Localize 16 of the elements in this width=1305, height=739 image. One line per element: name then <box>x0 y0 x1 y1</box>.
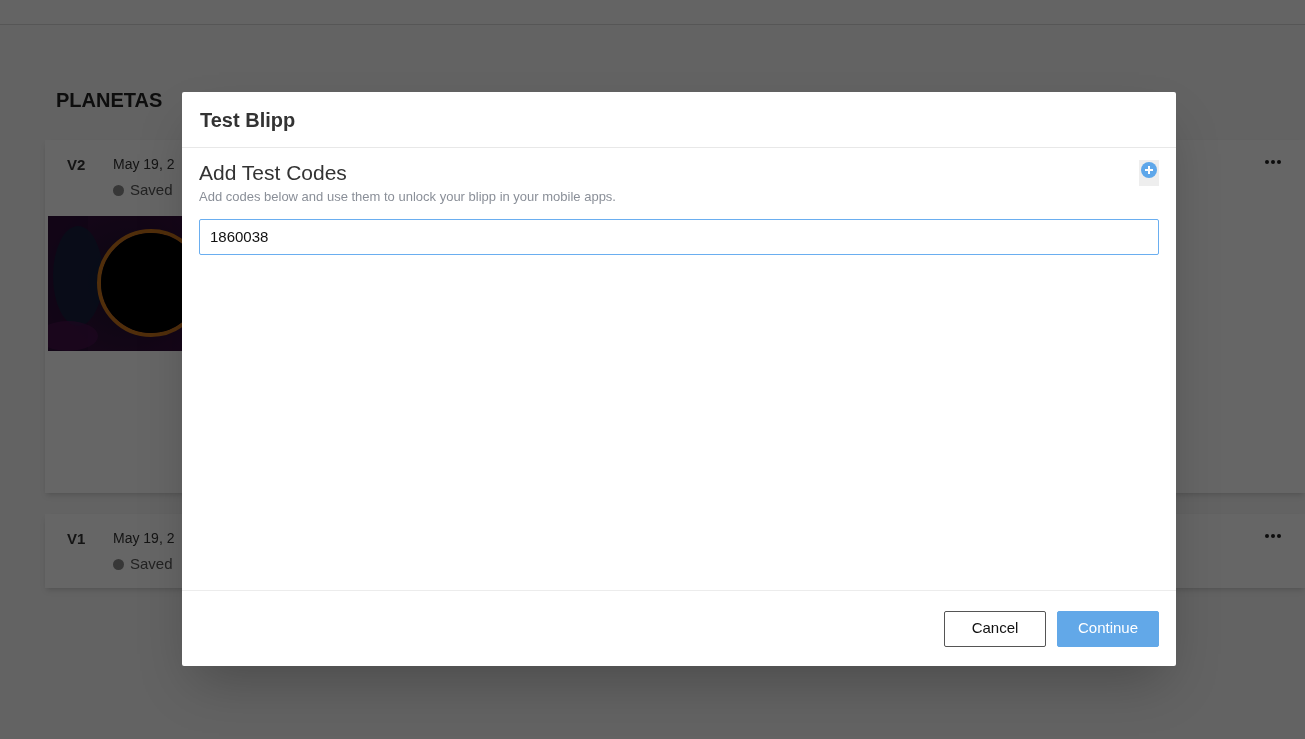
status-text: Saved <box>130 554 173 574</box>
version-label: V1 <box>66 529 87 549</box>
plus-icon <box>1141 162 1157 178</box>
status-text: Saved <box>130 180 173 200</box>
version-date: May 19, 2 <box>113 155 175 174</box>
more-icon[interactable] <box>1265 160 1281 164</box>
dialog-button[interactable]: Cancel <box>944 610 1046 647</box>
version-date: May 19, 2 <box>113 529 175 548</box>
add-code-button[interactable] <box>1139 160 1159 186</box>
dialog-title: Test Blipp <box>200 107 296 133</box>
page-title: PLANETAS <box>56 88 164 112</box>
section-description: Add codes below and use them to unlock your blipp in your mobile apps. <box>199 188 617 206</box>
code-field[interactable]: 1860038 <box>199 218 1159 255</box>
version-label: V2 <box>66 155 87 175</box>
section-heading: Add Test Codes <box>199 160 347 186</box>
more-icon[interactable] <box>1265 534 1281 538</box>
